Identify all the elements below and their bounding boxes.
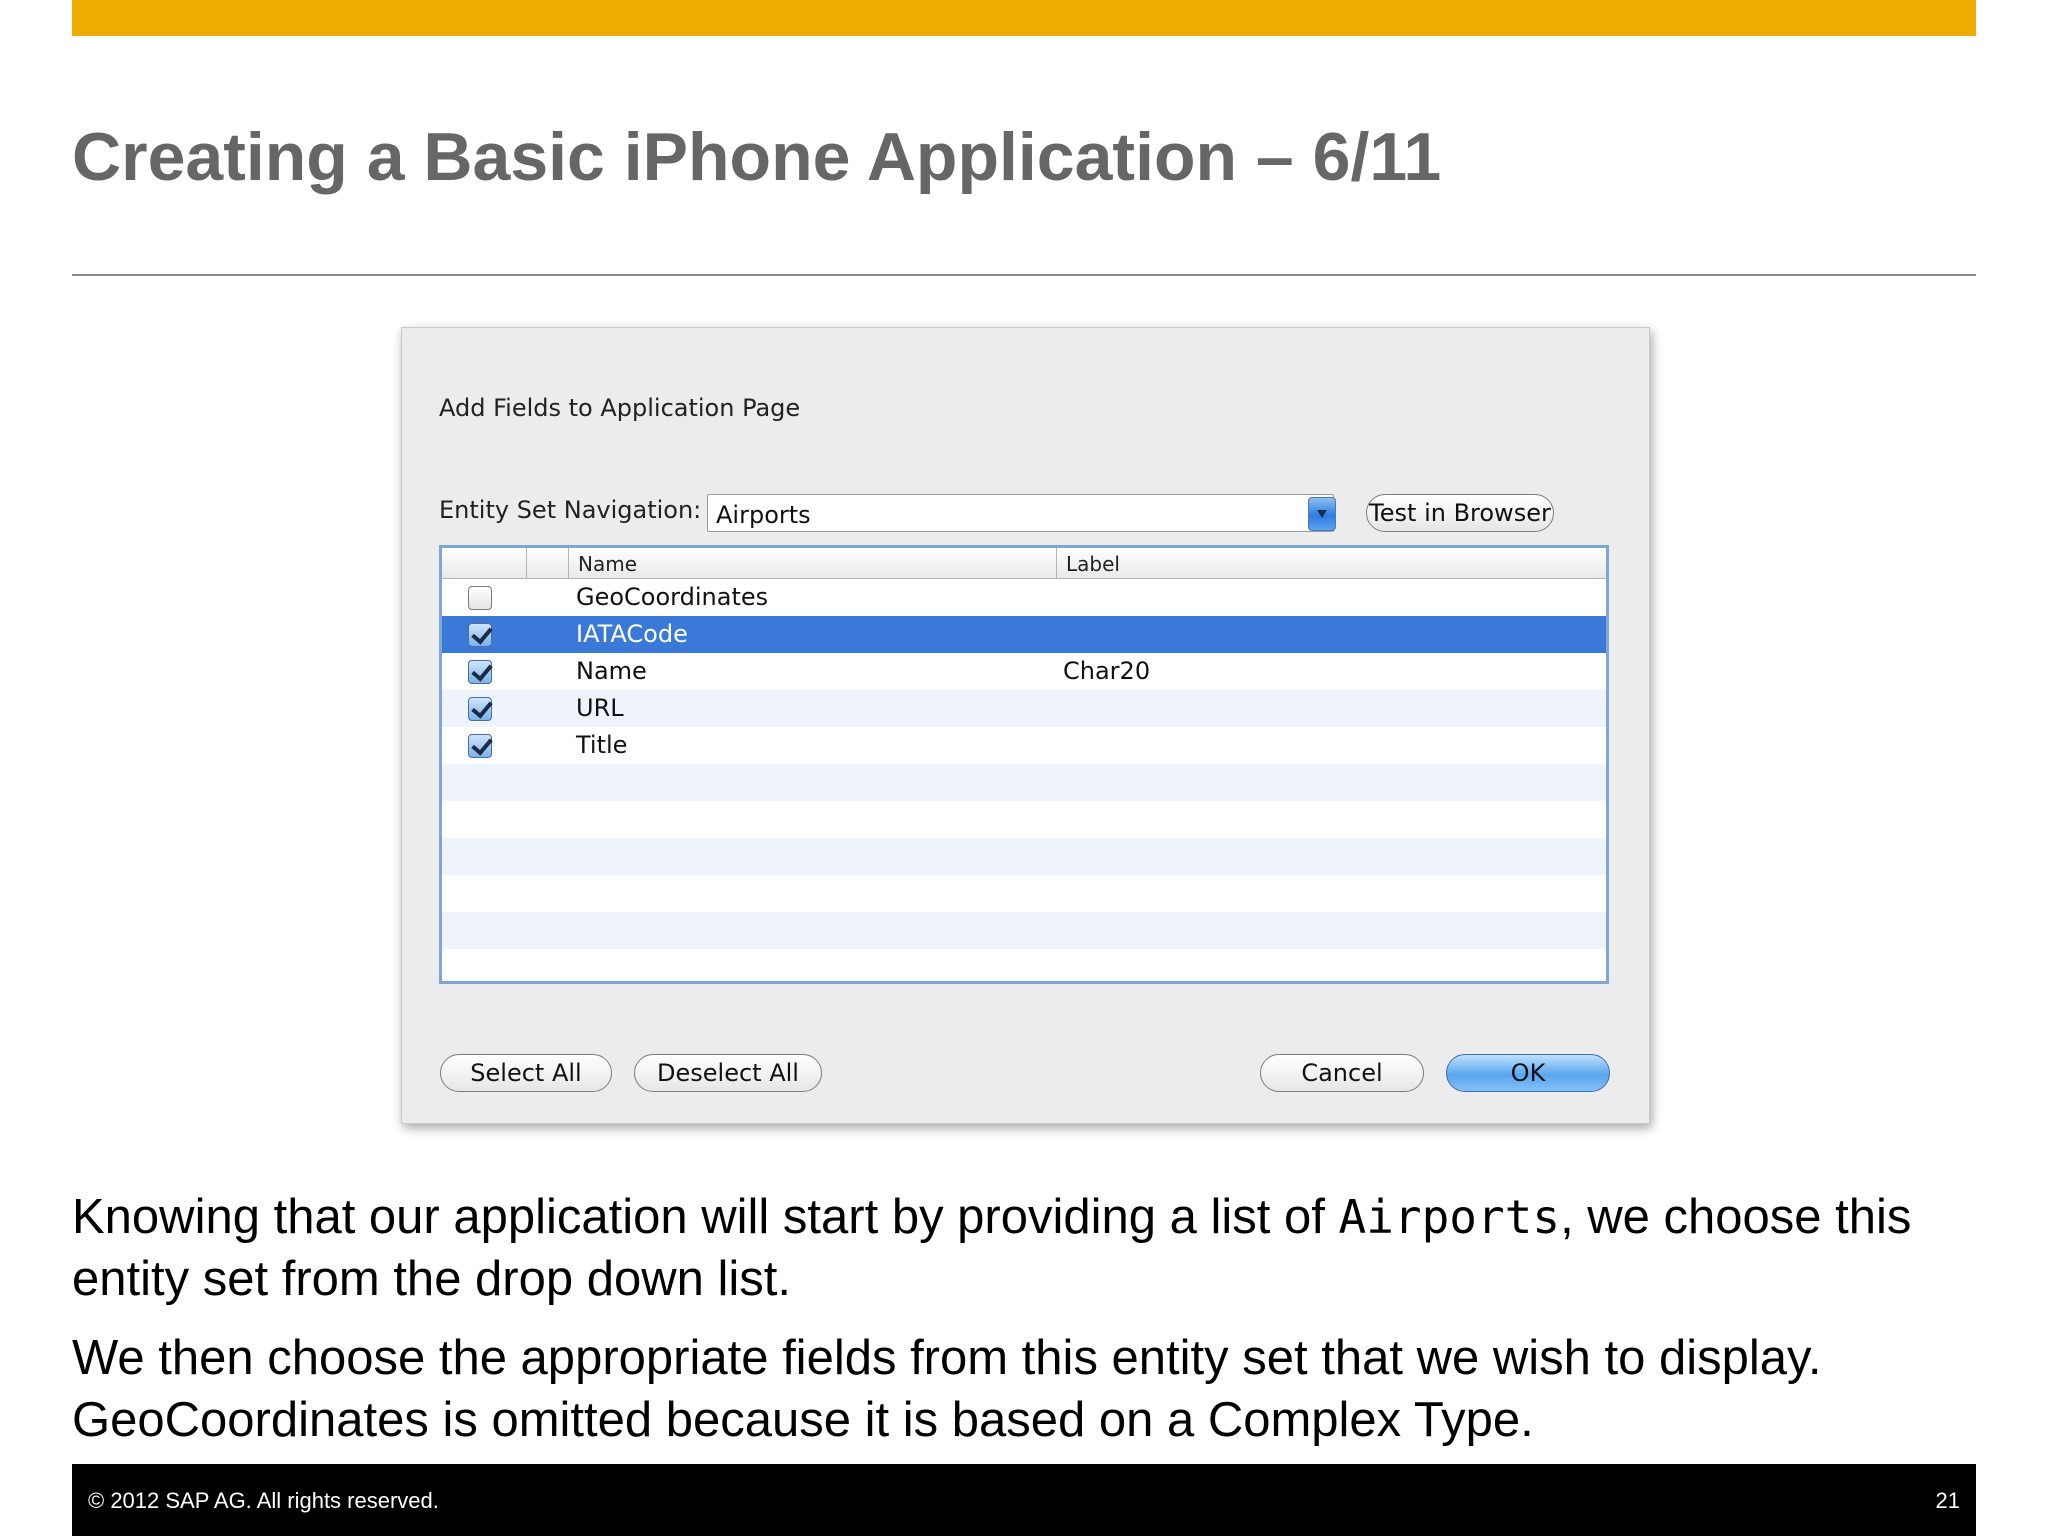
empty-row bbox=[442, 764, 1606, 801]
top-accent-bar bbox=[72, 0, 1976, 36]
explanation-paragraph-2: We then choose the appropriate fields fr… bbox=[72, 1331, 1822, 1447]
copyright-text: © 2012 SAP AG. All rights reserved. bbox=[88, 1488, 439, 1513]
entity-set-label: Entity Set Navigation: bbox=[439, 496, 702, 524]
code-entity-name: Airports bbox=[1338, 1190, 1561, 1244]
field-name: IATACode bbox=[576, 620, 688, 648]
field-name: URL bbox=[576, 694, 624, 722]
table-row[interactable]: URL bbox=[442, 690, 1606, 727]
field-name: Title bbox=[576, 731, 628, 759]
footer-bar: © 2012 SAP AG. All rights reserved. 21 bbox=[72, 1464, 1976, 1536]
table-row[interactable]: GeoCoordinates bbox=[442, 579, 1606, 616]
select-all-button[interactable]: Select All bbox=[440, 1054, 612, 1092]
explanation-paragraph-1: Knowing that our application will start … bbox=[72, 1186, 1972, 1310]
row-checkbox[interactable] bbox=[468, 660, 492, 684]
empty-row bbox=[442, 875, 1606, 912]
row-checkbox[interactable] bbox=[468, 586, 492, 610]
ok-button[interactable]: OK bbox=[1446, 1054, 1610, 1092]
row-checkbox[interactable] bbox=[468, 623, 492, 647]
table-body: GeoCoordinates IATACode Name Char20 URL … bbox=[442, 579, 1606, 981]
title-divider bbox=[72, 274, 1976, 276]
chevron-down-icon[interactable] bbox=[1308, 497, 1336, 531]
column-header-label[interactable]: Label bbox=[1066, 552, 1120, 576]
column-divider bbox=[526, 548, 527, 578]
table-header: Name Label bbox=[442, 548, 1606, 579]
empty-row bbox=[442, 912, 1606, 949]
cancel-button[interactable]: Cancel bbox=[1260, 1054, 1424, 1092]
entity-set-value: Airports bbox=[716, 501, 811, 529]
field-name: GeoCoordinates bbox=[576, 583, 769, 611]
paragraph-text: Knowing that our application will start … bbox=[72, 1190, 1339, 1244]
test-in-browser-button[interactable]: Test in Browser bbox=[1366, 494, 1554, 532]
empty-row bbox=[442, 949, 1606, 981]
empty-row bbox=[442, 838, 1606, 875]
field-label: Char20 bbox=[1063, 657, 1151, 685]
column-header-name[interactable]: Name bbox=[578, 552, 637, 576]
column-divider bbox=[1056, 548, 1057, 578]
field-name: Name bbox=[576, 657, 647, 685]
table-row-selected[interactable]: IATACode bbox=[442, 616, 1606, 653]
table-row[interactable]: Title bbox=[442, 727, 1606, 764]
entity-set-dropdown[interactable]: Airports bbox=[707, 494, 1336, 532]
row-checkbox[interactable] bbox=[468, 697, 492, 721]
row-checkbox[interactable] bbox=[468, 734, 492, 758]
empty-row bbox=[442, 801, 1606, 838]
deselect-all-button[interactable]: Deselect All bbox=[634, 1054, 822, 1092]
dialog-title: Add Fields to Application Page bbox=[439, 394, 801, 422]
column-divider bbox=[568, 548, 569, 578]
add-fields-dialog: Add Fields to Application Page Entity Se… bbox=[401, 327, 1650, 1124]
table-row[interactable]: Name Char20 bbox=[442, 653, 1606, 690]
fields-table: Name Label GeoCoordinates IATACode Name … bbox=[439, 545, 1609, 984]
page-number: 21 bbox=[1935, 1488, 1960, 1513]
slide-title: Creating a Basic iPhone Application – 6/… bbox=[72, 119, 1442, 195]
